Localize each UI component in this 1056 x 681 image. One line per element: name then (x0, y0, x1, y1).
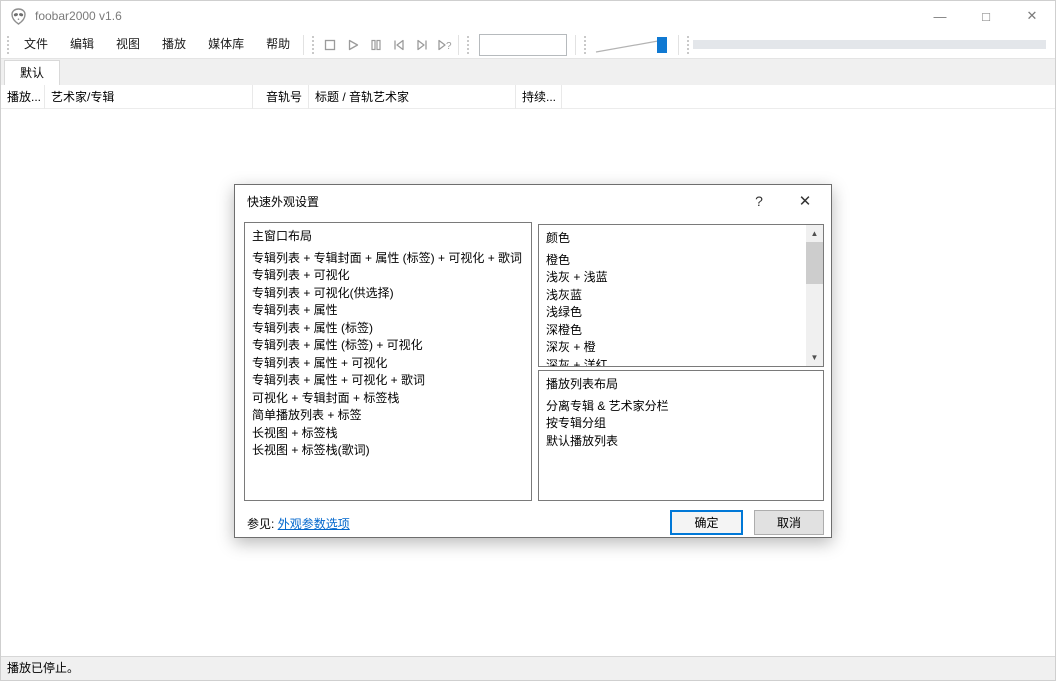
list-item[interactable]: 深灰 + 洋红 (539, 357, 823, 367)
toolbar-separator (575, 34, 577, 55)
random-icon: ? (437, 39, 452, 52)
dialog-close-button[interactable]: ✕ (785, 185, 825, 217)
scroll-up-icon[interactable]: ▲ (806, 225, 823, 242)
list-item[interactable]: 可视化 + 专辑封面 + 标签栈 (245, 390, 531, 408)
tab-default[interactable]: 默认 (4, 60, 61, 86)
list-item[interactable]: 长视图 + 标签栈(歌词) (245, 442, 531, 460)
window-controls: — □ ✕ (917, 1, 1055, 31)
close-button[interactable]: ✕ (1009, 1, 1055, 31)
list-item[interactable]: 浅绿色 (539, 304, 823, 322)
foobar2000-logo-icon (11, 7, 26, 25)
stop-icon (324, 39, 335, 50)
list-item[interactable]: 按专辑分组 (539, 415, 823, 433)
list-item[interactable]: 橙色 (539, 252, 823, 270)
scrollbar[interactable]: ▲ ▼ (806, 225, 823, 366)
list-item[interactable]: 专辑列表 + 属性 (245, 302, 531, 320)
maximize-button[interactable]: □ (963, 1, 1009, 31)
main-layout-listbox[interactable]: 主窗口布局 专辑列表 + 专辑封面 + 属性 (标签) + 可视化 + 歌词 专… (244, 222, 532, 501)
volume-slider[interactable] (594, 34, 672, 56)
menu-playback[interactable]: 播放 (151, 31, 197, 58)
menu-help[interactable]: 帮助 (255, 31, 301, 58)
playlist-column-header: 播放... 艺术家/专辑 音轨号 标题 / 音轨艺术家 持续... (1, 85, 1055, 109)
list-item[interactable]: 简单播放列表 + 标签 (245, 407, 531, 425)
previous-track-button[interactable] (387, 33, 410, 56)
list-item[interactable]: 浅灰 + 浅蓝 (539, 269, 823, 287)
play-icon (348, 39, 358, 50)
list-group-header: 播放列表布局 (546, 377, 619, 391)
list-item[interactable]: 深橙色 (539, 322, 823, 340)
menu-view[interactable]: 视图 (105, 31, 151, 58)
pause-button[interactable] (364, 33, 387, 56)
scroll-down-icon[interactable]: ▼ (806, 349, 823, 366)
pause-icon (370, 39, 381, 50)
next-track-icon (416, 39, 427, 50)
list-item[interactable]: 专辑列表 + 属性 + 可视化 (245, 355, 531, 373)
list-item[interactable]: 专辑列表 + 属性 + 可视化 + 歌词 (245, 372, 531, 390)
list-group-header: 主窗口布局 (252, 229, 313, 243)
playlist-tab-strip: 默认 (1, 58, 1055, 86)
list-item[interactable]: 长视图 + 标签栈 (245, 425, 531, 443)
list-item[interactable]: 专辑列表 + 属性 (标签) + 可视化 (245, 337, 531, 355)
status-bar: 播放已停止。 (1, 656, 1055, 680)
svg-text:?: ? (446, 41, 452, 52)
dialog-title: 快速外观设置 (247, 194, 320, 209)
list-item[interactable]: 分离专辑 & 艺术家分栏 (539, 398, 823, 416)
search-grip[interactable] (467, 35, 470, 54)
column-duration[interactable]: 持续... (516, 85, 562, 109)
list-item[interactable]: 深灰 + 橙 (539, 339, 823, 357)
playback-grip[interactable] (312, 35, 315, 54)
previous-track-icon (393, 39, 404, 50)
menu-library[interactable]: 媒体库 (197, 31, 255, 58)
colors-listbox[interactable]: 颜色 橙色 浅灰 + 浅蓝 浅灰蓝 浅绿色 深橙色 深灰 + 橙 深灰 + 洋红… (538, 224, 824, 367)
seekbar-grip[interactable] (687, 35, 690, 54)
ok-button[interactable]: 确定 (670, 510, 743, 535)
list-item[interactable]: 专辑列表 + 专辑封面 + 属性 (标签) + 可视化 + 歌词 (245, 250, 531, 268)
toolbar-separator (458, 34, 460, 55)
column-title-track-artist[interactable]: 标题 / 音轨艺术家 (309, 85, 516, 109)
column-artist-album[interactable]: 艺术家/专辑 (45, 85, 253, 109)
scrollbar-thumb[interactable] (806, 242, 823, 284)
window-title: foobar2000 v1.6 (35, 9, 122, 23)
list-item[interactable]: 专辑列表 + 可视化(供选择) (245, 285, 531, 303)
seekbar[interactable] (693, 40, 1046, 49)
menu-edit[interactable]: 编辑 (59, 31, 105, 58)
see-also-label: 参见: (247, 517, 275, 531)
play-button[interactable] (341, 33, 364, 56)
list-group-header: 颜色 (546, 231, 571, 245)
volume-grip[interactable] (584, 35, 587, 54)
menu-file[interactable]: 文件 (13, 31, 59, 58)
list-item[interactable]: 浅灰蓝 (539, 287, 823, 305)
see-also-line: 参见: 外观参数选项 (247, 515, 350, 532)
list-item[interactable]: 默认播放列表 (539, 433, 823, 451)
column-playing[interactable]: 播放... (1, 85, 45, 109)
random-button[interactable]: ? (433, 33, 456, 56)
dialog-help-button[interactable]: ? (739, 185, 779, 217)
volume-handle[interactable] (657, 36, 668, 53)
list-item[interactable]: 专辑列表 + 属性 (标签) (245, 320, 531, 338)
list-item[interactable]: 专辑列表 + 可视化 (245, 267, 531, 285)
appearance-preferences-link[interactable]: 外观参数选项 (278, 517, 350, 531)
cancel-button[interactable]: 取消 (754, 510, 824, 535)
quick-appearance-dialog: 快速外观设置 ? ✕ 主窗口布局 专辑列表 + 专辑封面 + 属性 (标签) +… (234, 184, 832, 538)
column-track-number[interactable]: 音轨号 (253, 85, 309, 109)
toolbar-separator (678, 34, 680, 55)
stop-button[interactable] (318, 33, 341, 56)
title-bar: foobar2000 v1.6 — □ ✕ (1, 1, 1055, 31)
next-track-button[interactable] (410, 33, 433, 56)
app-window: foobar2000 v1.6 — □ ✕ 文件 编辑 视图 播放 媒体库 帮助 (0, 0, 1056, 681)
seekbar-group (693, 40, 1046, 49)
order-combobox[interactable] (479, 33, 568, 56)
dialog-title-bar: 快速外观设置 ? ✕ (235, 185, 831, 217)
menu-grip[interactable] (7, 35, 10, 54)
playlist-layout-listbox[interactable]: 播放列表布局 分离专辑 & 艺术家分栏 按专辑分组 默认播放列表 (538, 370, 824, 501)
toolbar-separator (303, 34, 305, 55)
minimize-button[interactable]: — (917, 1, 963, 31)
toolbar: 文件 编辑 视图 播放 媒体库 帮助 ? (1, 31, 1055, 58)
